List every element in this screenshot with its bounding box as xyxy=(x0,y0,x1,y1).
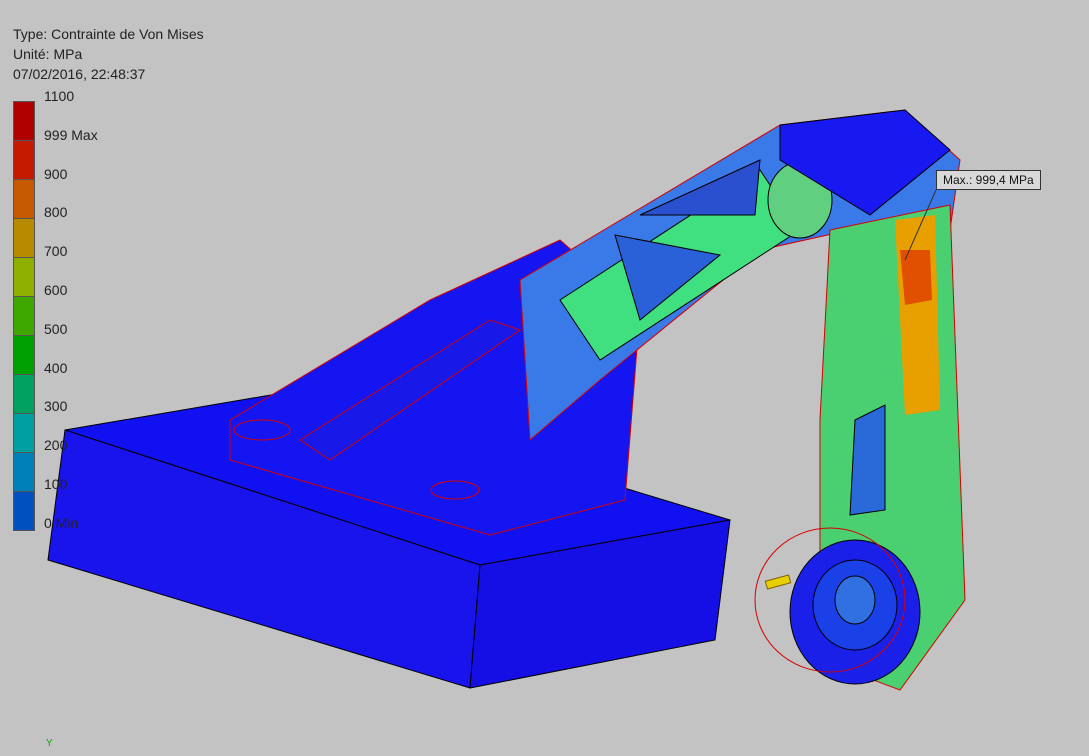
legend-tick-label: 200 xyxy=(44,437,68,454)
legend-swatch xyxy=(13,491,35,531)
mount-hole-left xyxy=(233,419,291,441)
legend-swatch xyxy=(13,374,35,413)
legend-swatch xyxy=(13,257,35,296)
vertical-link-window xyxy=(849,404,886,516)
legend-tick-label: 100 xyxy=(44,476,68,492)
legend-swatch xyxy=(13,335,35,374)
mount-hole-right xyxy=(430,480,480,500)
legend-tick-label: 800 xyxy=(44,204,68,221)
result-info: Type: Contrainte de Von Mises Unité: MPa… xyxy=(13,24,204,84)
legend-tick-label: 600 xyxy=(44,282,68,298)
legend-tick-label: 999 Max xyxy=(44,126,98,143)
axis-indicator: Y xyxy=(46,738,53,749)
legend-swatch xyxy=(13,413,35,452)
truss-window-1 xyxy=(639,159,761,216)
legend-tick-label: 400 xyxy=(44,359,68,376)
legend-swatch xyxy=(13,101,35,140)
result-date-text: 07/02/2016, 22:48:37 xyxy=(13,66,146,82)
pin-indicator xyxy=(764,574,792,590)
legend-swatch xyxy=(13,140,35,179)
result-type-text: Type: Contrainte de Von Mises xyxy=(13,26,204,42)
legend-tick-label: 900 xyxy=(44,165,68,182)
max-stress-label[interactable]: Max.: 999,4 MPa xyxy=(936,170,1041,190)
bottom-eye-inner xyxy=(834,575,876,625)
color-legend xyxy=(13,101,35,531)
legend-tick-label: 1100 xyxy=(44,88,75,104)
legend-tick-label: 700 xyxy=(44,243,68,260)
legend-swatch xyxy=(13,296,35,335)
vertical-link-redzone xyxy=(900,250,932,305)
result-unit-text: Unité: MPa xyxy=(13,46,83,62)
legend-tick-label: 500 xyxy=(44,320,68,337)
model-viewport[interactable] xyxy=(0,0,1089,751)
stress-model-render[interactable] xyxy=(0,0,1089,751)
legend-swatch xyxy=(13,218,35,257)
legend-tick-label: 0 Min xyxy=(44,514,79,531)
legend-swatch xyxy=(13,452,35,491)
legend-swatch xyxy=(13,179,35,218)
legend-tick-label: 300 xyxy=(44,398,68,415)
